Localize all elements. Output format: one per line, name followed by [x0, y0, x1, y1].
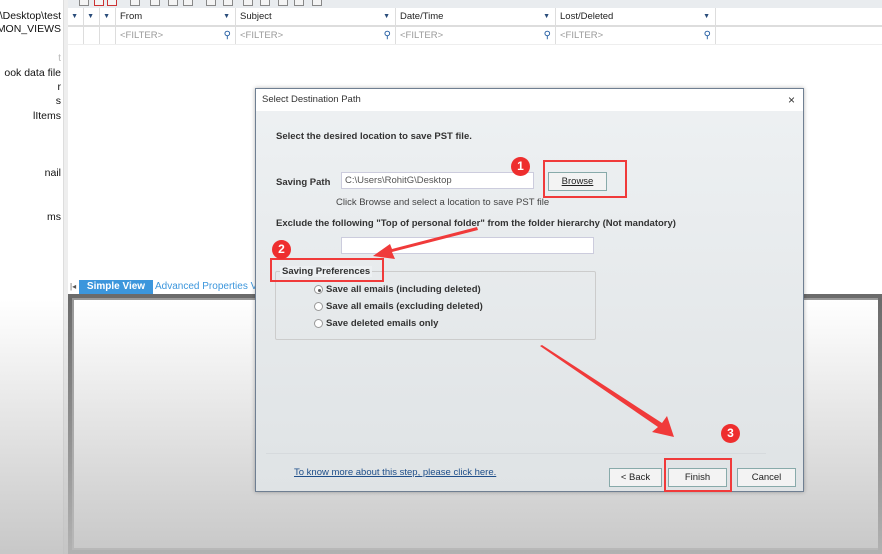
annotation-arrow-icon	[540, 345, 674, 437]
annotation-arrow-icon	[373, 227, 478, 259]
annotation-arrows	[373, 227, 674, 437]
